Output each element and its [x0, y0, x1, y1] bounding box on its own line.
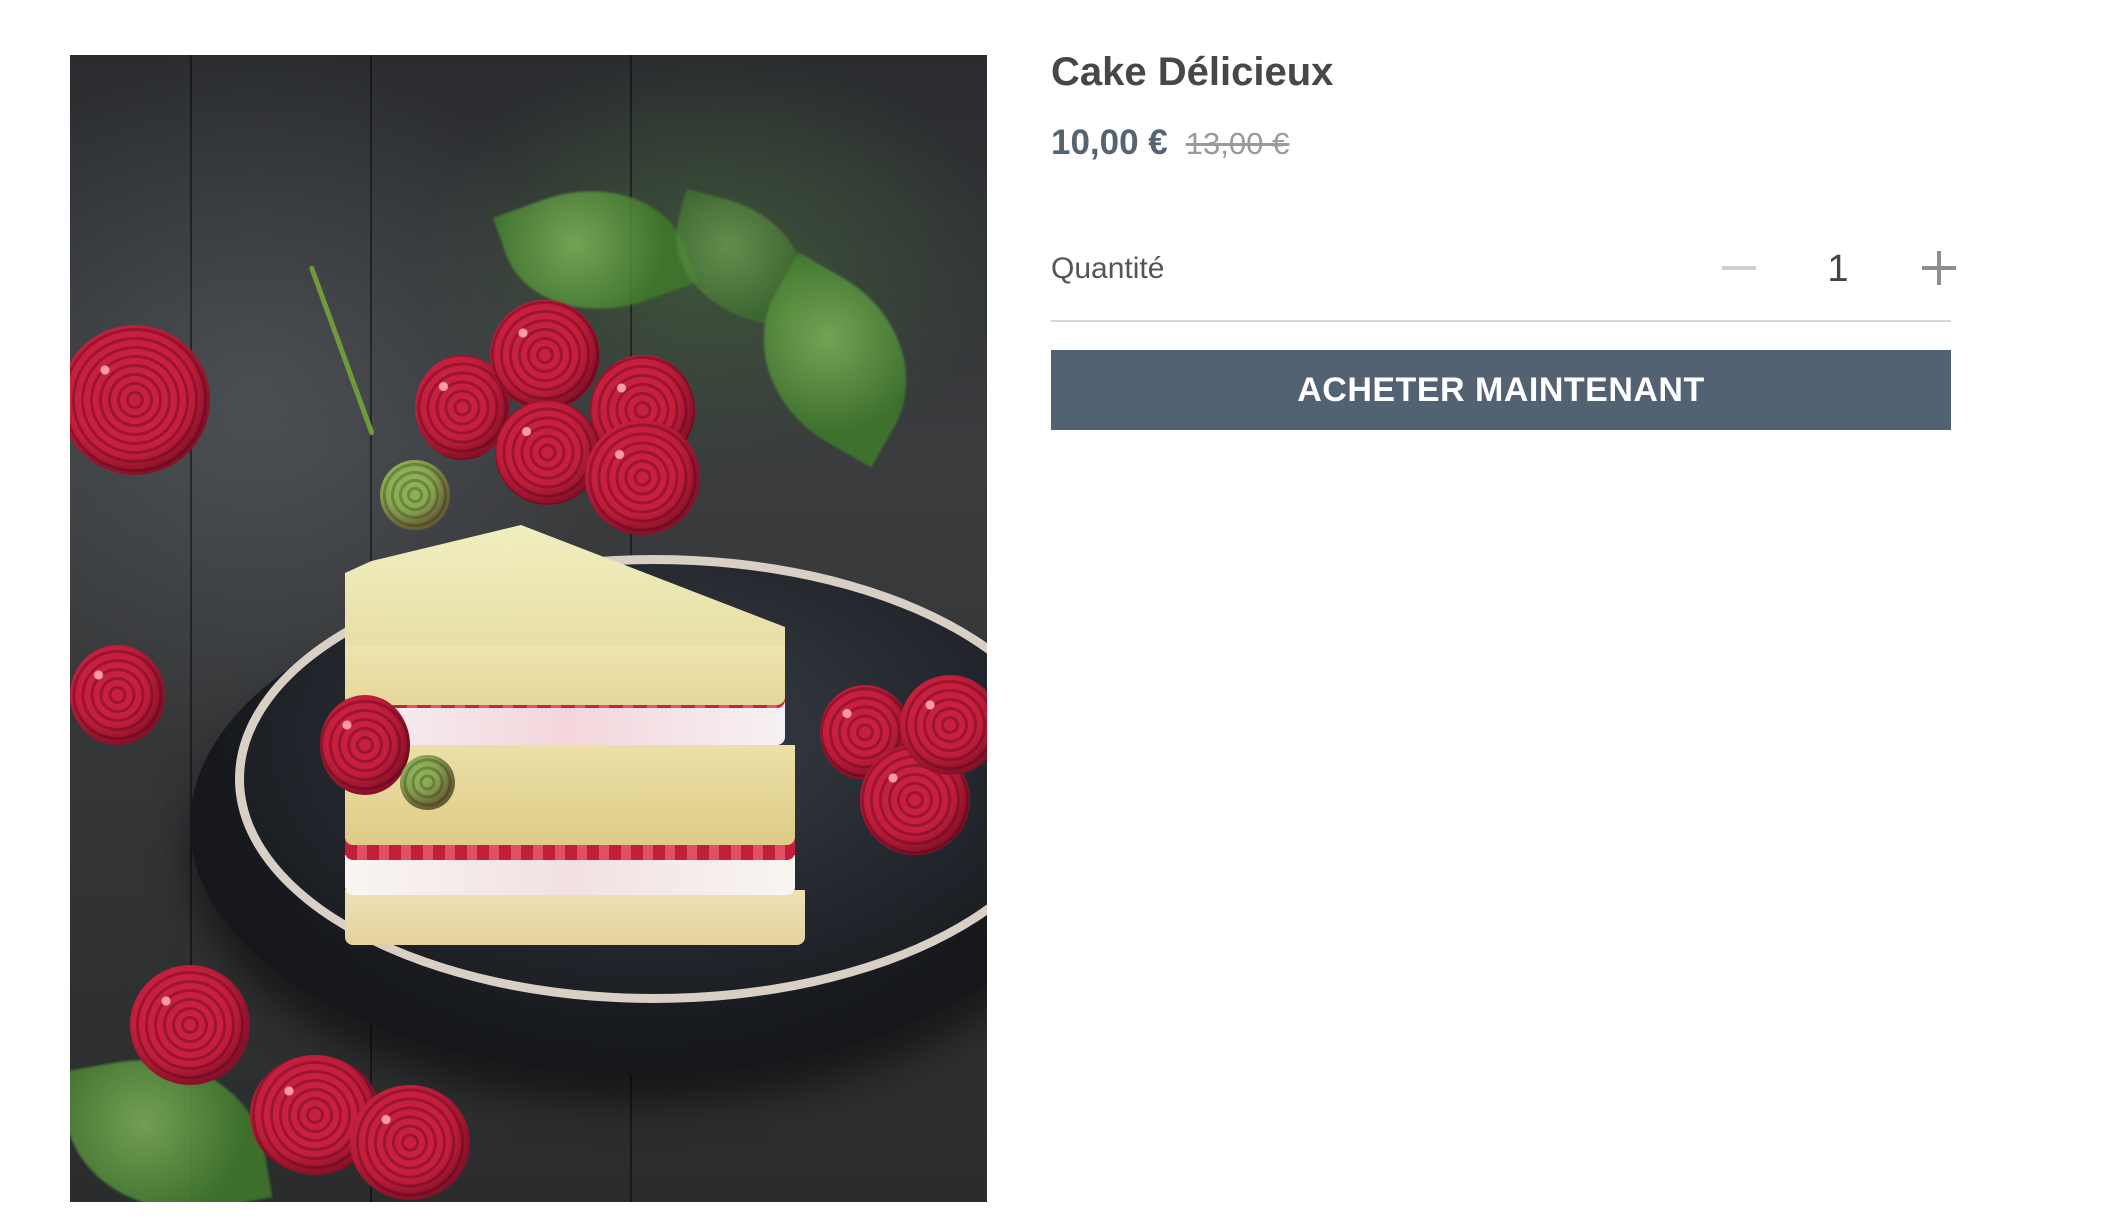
product-title: Cake Délicieux [1051, 50, 1334, 94]
quantity-decrement-button[interactable] [1711, 240, 1767, 296]
cake-layer [345, 890, 805, 945]
cake-slice [345, 525, 865, 945]
raspberry [350, 1085, 470, 1200]
raspberry [585, 420, 700, 535]
product-page: Cake Délicieux 10,00 € 13,00 € Quantité … [0, 0, 2104, 1224]
raspberry [495, 400, 600, 505]
raspberry [320, 695, 410, 795]
price-row: 10,00 € 13,00 € [1051, 123, 1289, 163]
cake-top [345, 525, 785, 645]
quantity-row: Quantité [1051, 240, 1956, 322]
quantity-input[interactable] [1796, 240, 1880, 298]
raspberry [70, 325, 210, 475]
minus-icon [1722, 266, 1756, 270]
green-raspberry [380, 460, 450, 530]
plus-icon-vertical [1937, 251, 1941, 285]
green-raspberry [400, 755, 455, 810]
raspberry [130, 965, 250, 1085]
price-current: 10,00 € [1051, 123, 1168, 162]
cake-layer [345, 635, 785, 705]
raspberry [70, 645, 165, 745]
product-image [70, 55, 987, 1202]
buy-now-button[interactable]: ACHETER MAINTENANT [1051, 350, 1951, 430]
quantity-increment-button[interactable] [1911, 240, 1967, 296]
cake-layer [345, 855, 795, 895]
stem [308, 265, 375, 436]
price-old: 13,00 € [1185, 126, 1290, 161]
quantity-label: Quantité [1051, 252, 1165, 285]
raspberry [490, 300, 600, 410]
